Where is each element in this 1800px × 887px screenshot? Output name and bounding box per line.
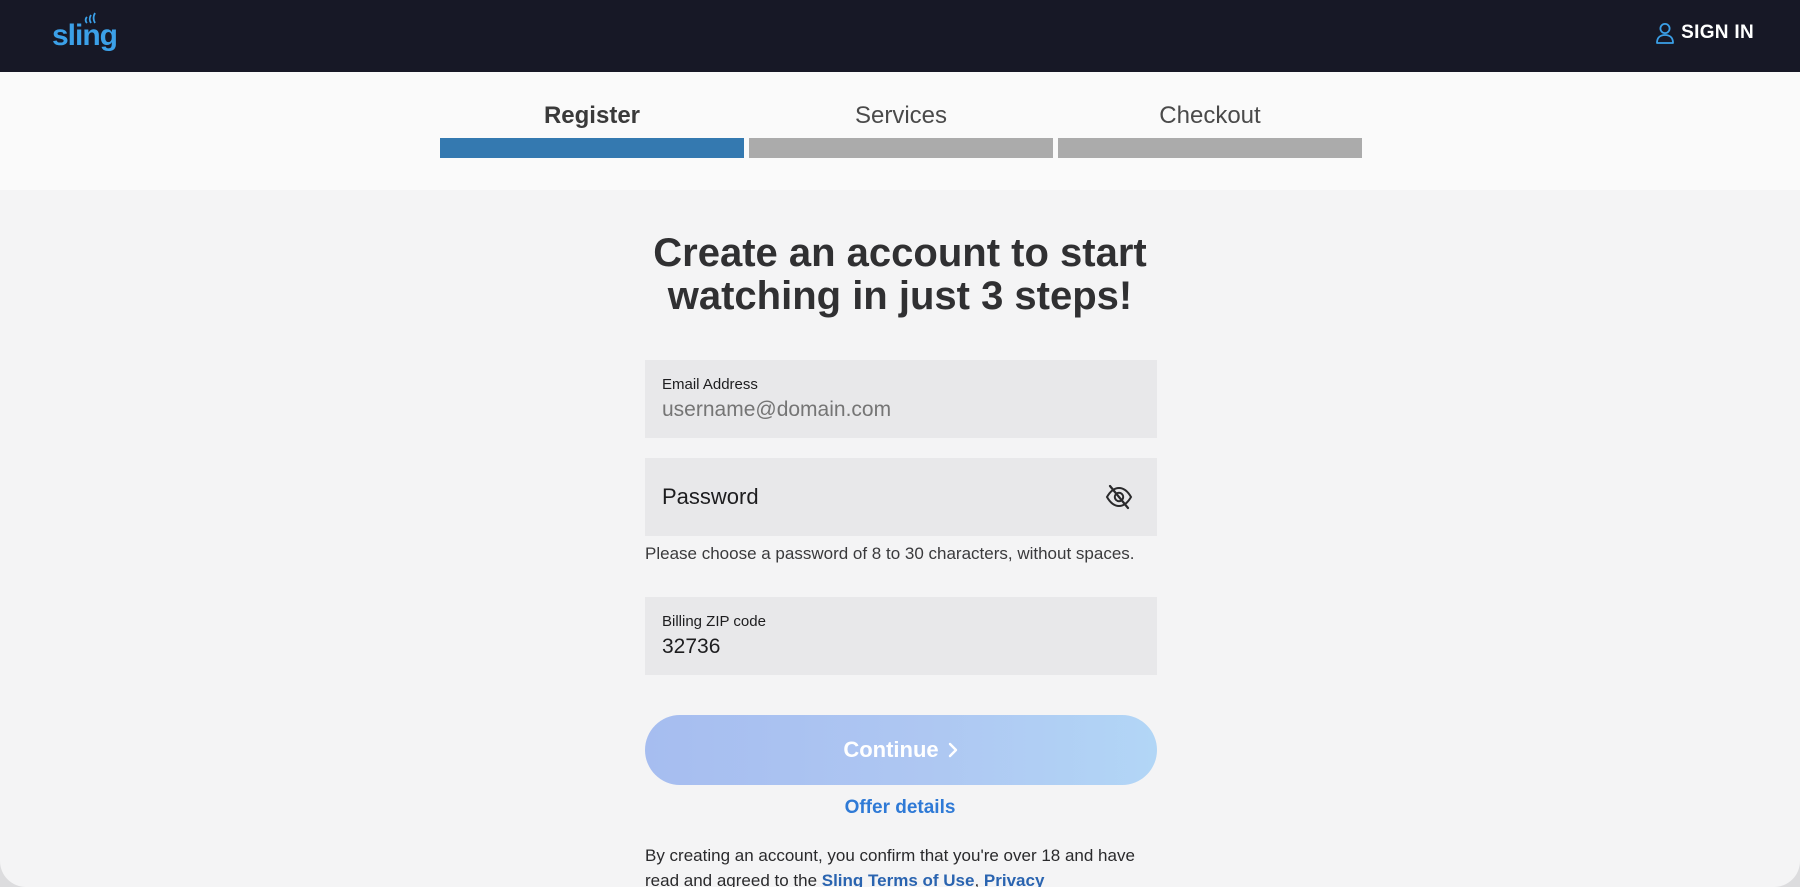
progress-stepper: Register Services Checkout — [0, 72, 1800, 190]
step-label: Services — [854, 102, 948, 129]
zip-input[interactable]: 32736 — [662, 635, 1122, 659]
email-input[interactable] — [662, 398, 1122, 422]
step-progress-bar — [1058, 138, 1362, 158]
password-hint: Please choose a password of 8 to 30 char… — [645, 544, 1135, 563]
top-navigation-bar: sling SIGN IN — [0, 0, 1800, 72]
step-progress-bar — [440, 138, 744, 158]
step-label: Checkout — [1159, 102, 1261, 129]
hide-password-eye-icon[interactable] — [1105, 484, 1133, 510]
step-progress-bar — [749, 138, 1053, 158]
chevron-right-icon — [948, 742, 957, 758]
legal-separator: , — [974, 871, 984, 887]
sign-in-button[interactable]: SIGN IN — [1655, 22, 1754, 44]
privacy-link[interactable]: Privacy — [984, 871, 1045, 887]
zip-field[interactable]: Billing ZIP code 32736 — [645, 597, 1157, 675]
page-title: Create an account to start watching in j… — [600, 232, 1200, 318]
user-icon — [1656, 23, 1675, 44]
continue-button[interactable]: Continue — [645, 715, 1157, 785]
title-line-1: Create an account to start — [653, 231, 1147, 275]
password-field[interactable]: Password — [645, 458, 1157, 536]
email-label: Email Address — [662, 376, 758, 393]
signal-waves-icon — [84, 12, 96, 24]
title-line-2: watching in just 3 steps! — [667, 274, 1133, 318]
sign-in-label: SIGN IN — [1681, 22, 1754, 43]
step-checkout: Checkout — [1058, 72, 1362, 158]
legal-disclaimer: By creating an account, you confirm that… — [645, 843, 1165, 887]
email-field[interactable]: Email Address — [645, 360, 1157, 438]
page-frame: sling SIGN IN Register Services Checkout — [0, 0, 1800, 887]
sling-logo[interactable]: sling — [52, 12, 118, 52]
continue-label: Continue — [843, 737, 939, 762]
step-register: Register — [440, 72, 744, 158]
terms-of-use-link[interactable]: Sling Terms of Use — [822, 871, 975, 887]
step-services: Services — [749, 72, 1053, 158]
zip-label: Billing ZIP code — [662, 613, 766, 630]
offer-details-link[interactable]: Offer details — [600, 797, 1200, 819]
password-label: Password — [662, 484, 759, 509]
step-label: Register — [543, 102, 641, 129]
